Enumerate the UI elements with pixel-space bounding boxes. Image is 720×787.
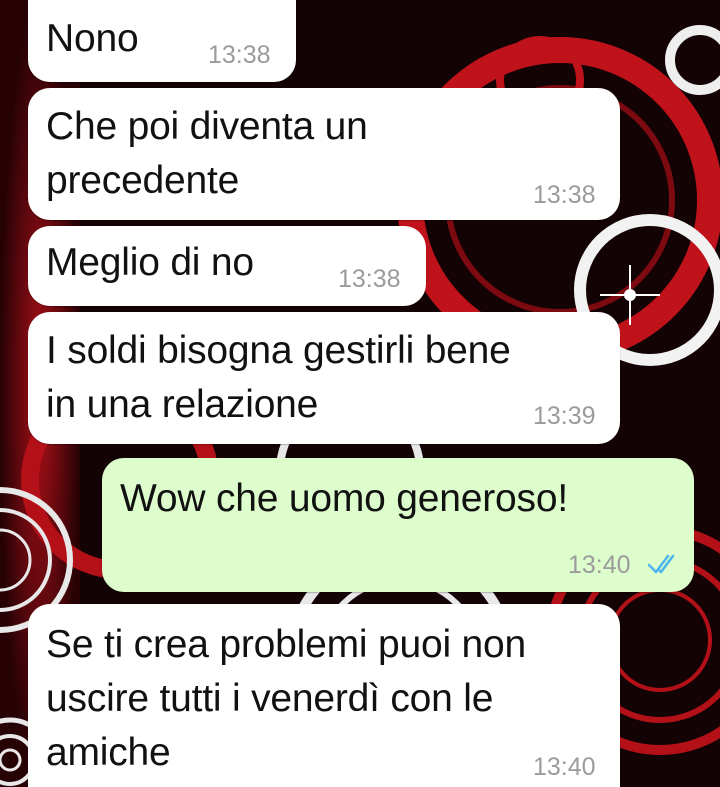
message-timestamp: 13:39 — [533, 402, 596, 430]
message-bubble-incoming[interactable]: Nono 13:38 — [28, 0, 296, 82]
message-bubble-outgoing[interactable]: Wow che uomo generoso! 13:40 — [102, 458, 694, 592]
message-timestamp: 13:38 — [208, 41, 271, 69]
message-timestamp: 13:38 — [338, 265, 401, 293]
message-timestamp: 13:38 — [533, 181, 596, 209]
double-check-read-icon — [647, 554, 675, 574]
message-text: Nono — [46, 17, 139, 60]
message-bubble-incoming[interactable]: Meglio di no 13:38 — [28, 226, 426, 306]
message-bubble-incoming[interactable]: I soldi bisogna gestirli bene in una rel… — [28, 312, 620, 444]
message-text: Meglio di no — [46, 241, 254, 284]
message-text: Che poi diventa un precedente — [46, 105, 368, 202]
message-bubble-incoming[interactable]: Se ti crea problemi puoi non uscire tutt… — [28, 604, 620, 787]
message-text: Se ti crea problemi puoi non uscire tutt… — [46, 623, 527, 774]
message-text: Wow che uomo generoso! — [120, 477, 568, 520]
message-timestamp: 13:40 — [568, 551, 631, 579]
message-text: I soldi bisogna gestirli bene in una rel… — [46, 329, 511, 426]
message-timestamp: 13:40 — [533, 753, 596, 781]
message-bubble-incoming[interactable]: Che poi diventa un precedente 13:38 — [28, 88, 620, 220]
